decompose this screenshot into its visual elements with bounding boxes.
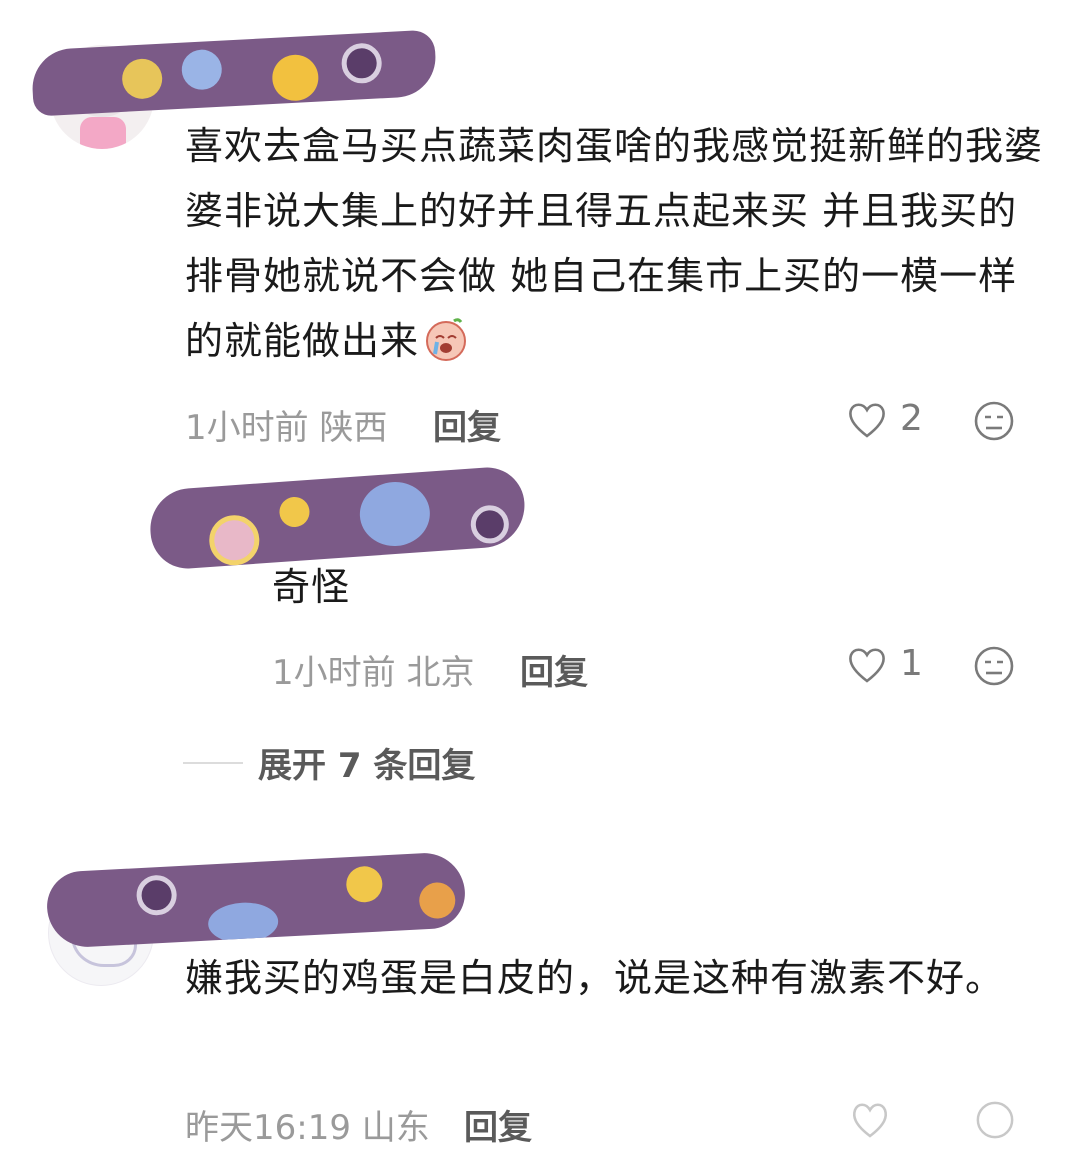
reply-meta: 1小时前 北京 <box>272 645 474 694</box>
comment-body: 喜欢去盒马买点蔬菜肉蛋啥的我感觉挺新鲜的我婆婆非说大集上的好并且得五点起来买 并… <box>185 114 1045 374</box>
heart-icon[interactable] <box>850 1100 890 1140</box>
reply-button[interactable]: 回复 <box>433 400 501 449</box>
reply-button[interactable]: 回复 <box>520 645 588 694</box>
like-count: 1 <box>900 643 923 684</box>
comment-time: 1小时前 <box>185 408 309 448</box>
like-count: 2 <box>900 398 923 439</box>
comment-text: 喜欢去盒马买点蔬菜肉蛋啥的我感觉挺新鲜的我婆婆非说大集上的好并且得五点起来买 并… <box>185 124 1044 363</box>
dislike-face-icon[interactable] <box>973 645 1015 687</box>
comment-location: 山东 <box>361 1108 430 1148</box>
avatar-dress <box>80 117 126 149</box>
comment-location: 陕西 <box>319 408 388 448</box>
reply-location: 北京 <box>406 653 475 693</box>
comment-meta: 昨天16:19 山东 <box>185 1100 430 1149</box>
expand-replies-button[interactable]: 展开 7 条回复 <box>258 738 475 787</box>
crying-emoji-icon <box>426 318 467 361</box>
reply-body: 奇怪 <box>272 565 351 609</box>
dislike-face-icon[interactable] <box>975 1100 1015 1140</box>
dislike-face-icon[interactable] <box>973 400 1015 442</box>
heart-icon[interactable] <box>846 400 888 440</box>
username-redaction <box>30 29 438 117</box>
comment-meta: 1小时前 陕西 <box>185 400 387 449</box>
expand-divider <box>183 762 243 764</box>
comment-time: 昨天16:19 <box>185 1108 351 1148</box>
comment-body: 嫌我买的鸡蛋是白皮的，说是这种有激素不好。 <box>185 956 1005 1000</box>
username-redaction <box>45 851 467 949</box>
reply-button[interactable]: 回复 <box>464 1100 532 1149</box>
heart-icon[interactable] <box>846 645 888 685</box>
reply-time: 1小时前 <box>272 653 396 693</box>
